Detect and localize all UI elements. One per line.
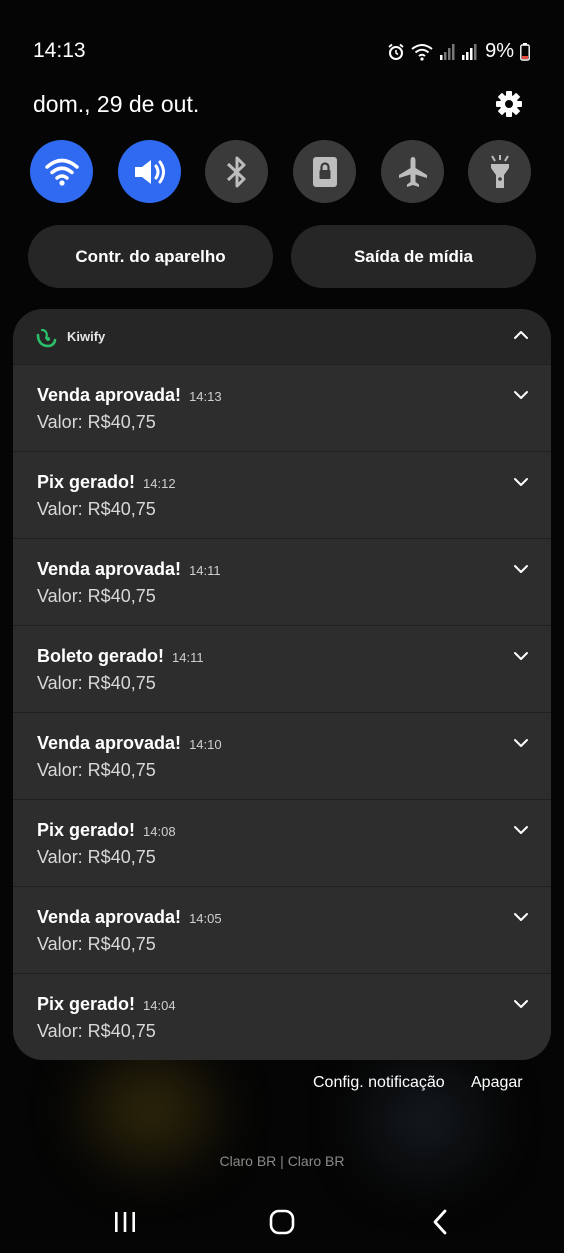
- sound-toggle[interactable]: [118, 140, 181, 203]
- wifi-icon: [411, 43, 433, 61]
- recent-apps-button[interactable]: [105, 1207, 145, 1237]
- bluetooth-toggle[interactable]: [205, 140, 268, 203]
- notification-title: Boleto gerado! 14:11: [37, 646, 204, 667]
- signal-icon: [462, 43, 477, 60]
- status-bar: 14:13 9%: [0, 0, 564, 100]
- alarm-icon: [388, 43, 404, 60]
- media-output-button[interactable]: Saída de mídia: [291, 225, 536, 288]
- notification-title: Pix gerado! 14:08: [37, 820, 176, 841]
- status-icons: 9%: [387, 40, 530, 63]
- chevron-down-icon[interactable]: [513, 996, 529, 1012]
- notification-settings-button[interactable]: Config. notificação: [313, 1074, 445, 1092]
- notification-time: 14:12: [143, 476, 176, 491]
- notification-time: 14:08: [143, 824, 176, 839]
- notification-body: Valor: R$40,75: [37, 412, 156, 432]
- notification-time: 14:10: [189, 737, 222, 752]
- recent-apps-icon: [115, 1212, 135, 1232]
- carrier-label: Claro BR | Claro BR: [219, 1153, 345, 1169]
- notification-body: Valor: R$40,75: [37, 586, 156, 606]
- notification-body: Valor: R$40,75: [37, 673, 156, 693]
- notification-body: Valor: R$40,75: [37, 847, 156, 867]
- chevron-down-icon[interactable]: [513, 474, 529, 490]
- notification-item[interactable]: Pix gerado! 14:04 Valor: R$40,75: [13, 974, 551, 1060]
- notification-body: Valor: R$40,75: [37, 760, 156, 780]
- back-button[interactable]: [420, 1207, 460, 1237]
- notification-title-text: Pix gerado!: [37, 994, 136, 1014]
- chevron-down-icon[interactable]: [513, 822, 529, 838]
- app-name: Kiwify: [67, 329, 106, 344]
- date-label: dom., 29 de out.: [33, 91, 200, 117]
- notification-title-text: Pix gerado!: [37, 820, 136, 840]
- home-icon: [269, 1209, 295, 1235]
- notification-title: Pix gerado! 14:12: [37, 472, 176, 493]
- device-control-button[interactable]: Contr. do aparelho: [28, 225, 273, 288]
- notification-title-text: Venda aprovada!: [37, 907, 182, 927]
- chevron-down-icon[interactable]: [513, 387, 529, 403]
- notification-title: Pix gerado! 14:04: [37, 994, 176, 1015]
- notification-item[interactable]: Venda aprovada! 14:10 Valor: R$40,75: [13, 713, 551, 799]
- chevron-up-icon[interactable]: [513, 327, 529, 343]
- notification-group-header[interactable]: Kiwify: [13, 309, 551, 364]
- notification-time: 14:11: [172, 650, 204, 665]
- notification-item[interactable]: Venda aprovada! 14:05 Valor: R$40,75: [13, 887, 551, 973]
- kiwify-app-icon: [36, 328, 57, 348]
- notification-group: Kiwify Venda aprovada! 14:13 Valor: R$40,…: [13, 309, 551, 1060]
- notification-item[interactable]: Pix gerado! 14:12 Valor: R$40,75: [13, 452, 551, 538]
- media-output-label: Saída de mídia: [353, 246, 474, 266]
- clear-all-button[interactable]: Apagar: [471, 1074, 523, 1092]
- flashlight-icon: [490, 154, 509, 188]
- notification-time: 14:05: [189, 911, 222, 926]
- battery-percent: 9%: [485, 40, 514, 62]
- airplane-icon: [398, 156, 427, 187]
- wifi-icon: [44, 158, 79, 186]
- notification-title: Venda aprovada! 14:10: [37, 733, 222, 754]
- notification-time: 14:11: [189, 563, 221, 578]
- notification-time: 14:13: [189, 389, 222, 404]
- notification-body: Valor: R$40,75: [37, 934, 156, 954]
- notification-item[interactable]: Venda aprovada! 14:13 Valor: R$40,75: [13, 365, 551, 451]
- lock-icon: [312, 156, 337, 187]
- chevron-down-icon[interactable]: [513, 909, 529, 925]
- notification-title-text: Venda aprovada!: [37, 733, 182, 753]
- flashlight-toggle[interactable]: [468, 140, 531, 203]
- notification-body: Valor: R$40,75: [37, 1021, 156, 1041]
- notification-body: Valor: R$40,75: [37, 499, 156, 519]
- status-time: 14:13: [33, 39, 86, 62]
- device-control-label: Contr. do aparelho: [75, 246, 226, 266]
- notification-time: 14:04: [143, 998, 176, 1013]
- bluetooth-icon: [226, 156, 245, 187]
- notification-title-text: Boleto gerado!: [37, 646, 165, 666]
- background-glow: [90, 1060, 210, 1160]
- notification-title-text: Venda aprovada!: [37, 385, 182, 405]
- airplane-toggle[interactable]: [381, 140, 444, 203]
- chevron-down-icon[interactable]: [513, 561, 529, 577]
- notification-title: Venda aprovada! 14:13: [37, 385, 222, 406]
- quick-settings-row: [30, 140, 534, 203]
- notification-title: Venda aprovada! 14:05: [37, 907, 222, 928]
- notification-title-text: Venda aprovada!: [37, 559, 182, 579]
- speaker-icon: [134, 159, 165, 184]
- signal-icon: [440, 43, 455, 60]
- wifi-toggle[interactable]: [30, 140, 93, 203]
- navigation-bar: [0, 1195, 564, 1253]
- notification-title: Venda aprovada! 14:11: [37, 559, 221, 580]
- home-button[interactable]: [262, 1207, 302, 1237]
- chevron-down-icon[interactable]: [513, 648, 529, 664]
- battery-icon: [520, 42, 530, 61]
- notification-item[interactable]: Pix gerado! 14:08 Valor: R$40,75: [13, 800, 551, 886]
- back-icon: [433, 1209, 447, 1235]
- notification-title-text: Pix gerado!: [37, 472, 136, 492]
- notification-item[interactable]: Venda aprovada! 14:11 Valor: R$40,75: [13, 539, 551, 625]
- screen-lock-toggle[interactable]: [293, 140, 356, 203]
- gear-icon[interactable]: [495, 90, 523, 118]
- chevron-down-icon[interactable]: [513, 735, 529, 751]
- notification-item[interactable]: Boleto gerado! 14:11 Valor: R$40,75: [13, 626, 551, 712]
